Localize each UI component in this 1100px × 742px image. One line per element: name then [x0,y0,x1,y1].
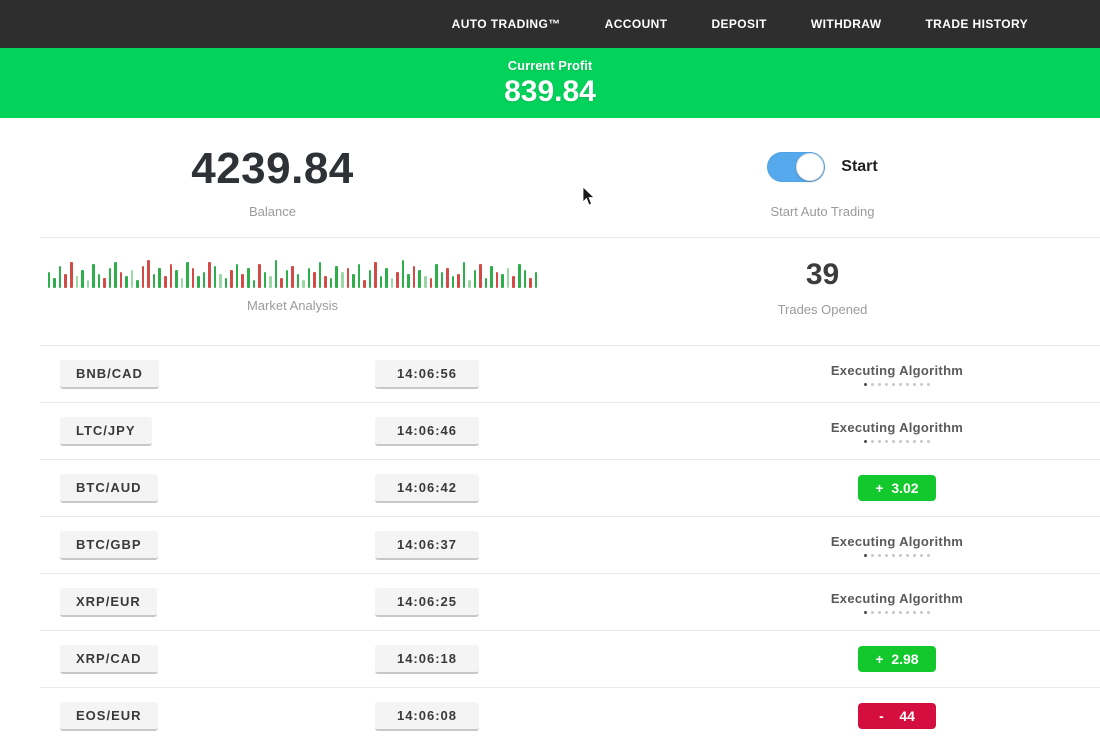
trade-row: EOS/EUR 14:06:08 - 44 [40,687,1100,742]
result-badge: + 3.02 [858,475,936,501]
nav-item-trade-history[interactable]: TRADE HISTORY [925,17,1028,31]
trade-row: BNB/CAD 14:06:56 Executing Algorithm [40,345,1100,402]
balance-section: 4239.84 Balance Start Start Auto Trading [0,118,1100,237]
trade-list: BNB/CAD 14:06:56 Executing Algorithm LTC… [40,345,1100,742]
time-chip: 14:06:56 [375,360,479,389]
trade-row: LTC/JPY 14:06:46 Executing Algorithm [40,402,1100,459]
progress-dots [831,611,963,614]
executing-status: Executing Algorithm [831,591,963,614]
toggle-label: Start [841,158,877,176]
toggle-knob [796,153,824,181]
pair-chip: LTC/JPY [60,417,152,446]
trades-opened-value: 39 [545,258,1100,292]
balance-value: 4239.84 [0,144,545,194]
balance-label: Balance [0,204,545,219]
nav-item-auto-trading[interactable]: AUTO TRADING™ [452,17,561,31]
current-profit-banner: Current Profit 839.84 [0,48,1100,118]
executing-status: Executing Algorithm [831,534,963,557]
market-analysis-chart [40,256,545,288]
pair-chip: BTC/AUD [60,474,158,503]
auto-trading-toggle[interactable] [767,152,825,182]
market-analysis-label: Market Analysis [40,298,545,313]
auto-trading-block: Start Start Auto Trading [545,144,1100,237]
time-chip: 14:06:18 [375,645,479,674]
time-chip: 14:06:37 [375,531,479,560]
executing-label: Executing Algorithm [831,363,963,378]
trades-opened-label: Trades Opened [545,302,1100,317]
trade-row: BTC/AUD 14:06:42 + 3.02 [40,459,1100,516]
result-badge: + 2.98 [858,646,936,672]
result-badge: - 44 [858,703,936,729]
time-chip: 14:06:08 [375,702,479,731]
nav-item-deposit[interactable]: DEPOSIT [711,17,766,31]
pair-chip: BTC/GBP [60,531,158,560]
nav-item-withdraw[interactable]: WITHDRAW [811,17,882,31]
trade-row: XRP/EUR 14:06:25 Executing Algorithm [40,573,1100,630]
progress-dots [831,554,963,557]
trade-row: BTC/GBP 14:06:37 Executing Algorithm [40,516,1100,573]
top-nav: AUTO TRADING™ ACCOUNT DEPOSIT WITHDRAW T… [0,0,1100,48]
executing-label: Executing Algorithm [831,591,963,606]
pair-chip: XRP/CAD [60,645,158,674]
pair-chip: XRP/EUR [60,588,157,617]
market-analysis-block: Market Analysis [40,256,545,345]
time-chip: 14:06:46 [375,417,479,446]
market-section: Market Analysis 39 Trades Opened [40,237,1100,345]
progress-dots [831,383,963,386]
current-profit-value: 839.84 [0,75,1100,109]
executing-label: Executing Algorithm [831,534,963,549]
balance-block: 4239.84 Balance [0,144,545,237]
toggle-sublabel: Start Auto Trading [545,204,1100,219]
time-chip: 14:06:25 [375,588,479,617]
trade-row: XRP/CAD 14:06:18 + 2.98 [40,630,1100,687]
progress-dots [831,440,963,443]
executing-status: Executing Algorithm [831,363,963,386]
time-chip: 14:06:42 [375,474,479,503]
executing-label: Executing Algorithm [831,420,963,435]
executing-status: Executing Algorithm [831,420,963,443]
auto-trading-page: AUTO TRADING™ ACCOUNT DEPOSIT WITHDRAW T… [0,0,1100,742]
trades-opened-block: 39 Trades Opened [545,256,1100,345]
pair-chip: EOS/EUR [60,702,158,731]
nav-item-account[interactable]: ACCOUNT [605,17,668,31]
pair-chip: BNB/CAD [60,360,159,389]
current-profit-label: Current Profit [0,58,1100,73]
